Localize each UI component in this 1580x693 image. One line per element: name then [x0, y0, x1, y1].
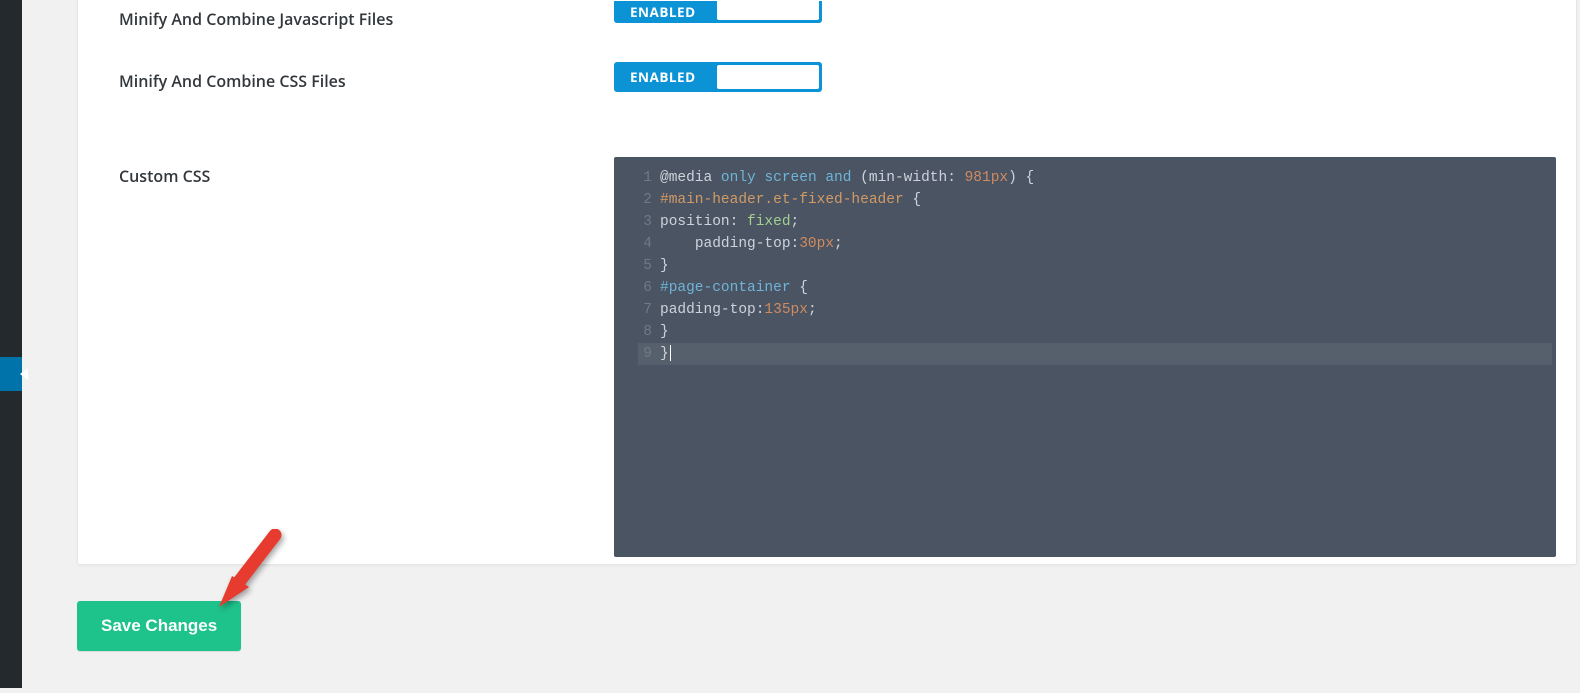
setting-label-custom-css: Custom CSS — [119, 157, 614, 187]
code-line: 6 #page-container { — [620, 277, 1550, 299]
code-line: 2 #main-header.et-fixed-header { — [620, 189, 1550, 211]
line-number: 4 — [620, 233, 660, 255]
chevron-left-icon — [20, 368, 28, 380]
settings-panel: Minify And Combine Javascript Files ENAB… — [77, 0, 1577, 565]
code-line: 3 position: fixed; — [620, 211, 1550, 233]
save-changes-button[interactable]: Save Changes — [77, 601, 241, 651]
setting-label-minify-js: Minify And Combine Javascript Files — [119, 0, 614, 30]
setting-row-custom-css: Custom CSS 1 @media only screen and (min… — [78, 137, 1576, 557]
toggle-knob — [717, 65, 819, 89]
admin-sidebar — [0, 0, 22, 688]
line-number: 1 — [620, 167, 660, 189]
code-line: 4 padding-top:30px; — [620, 233, 1550, 255]
toggle-label: ENABLED — [614, 68, 696, 86]
editor-cursor — [670, 345, 671, 361]
code-line: 5 } — [620, 255, 1550, 277]
line-number: 5 — [620, 255, 660, 277]
line-number: 2 — [620, 189, 660, 211]
code-line: 1 @media only screen and (min-width: 981… — [620, 167, 1550, 189]
line-number: 7 — [620, 299, 660, 321]
custom-css-editor[interactable]: 1 @media only screen and (min-width: 981… — [614, 157, 1556, 557]
setting-row-minify-js: Minify And Combine Javascript Files ENAB… — [78, 0, 1576, 42]
toggle-minify-js[interactable]: ENABLED — [614, 1, 822, 23]
setting-label-minify-css: Minify And Combine CSS Files — [119, 62, 614, 92]
code-line: 9 } — [620, 343, 1550, 365]
line-number: 9 — [620, 343, 660, 365]
toggle-knob — [717, 1, 819, 20]
line-number: 8 — [620, 321, 660, 343]
line-number: 3 — [620, 211, 660, 233]
sidebar-collapse-button[interactable] — [0, 357, 22, 391]
line-number: 6 — [620, 277, 660, 299]
toggle-label: ENABLED — [614, 3, 696, 21]
code-line: 7 padding-top:135px; — [620, 299, 1550, 321]
toggle-minify-css[interactable]: ENABLED — [614, 62, 822, 92]
setting-row-minify-css: Minify And Combine CSS Files ENABLED — [78, 42, 1576, 137]
code-line: 8 } — [620, 321, 1550, 343]
